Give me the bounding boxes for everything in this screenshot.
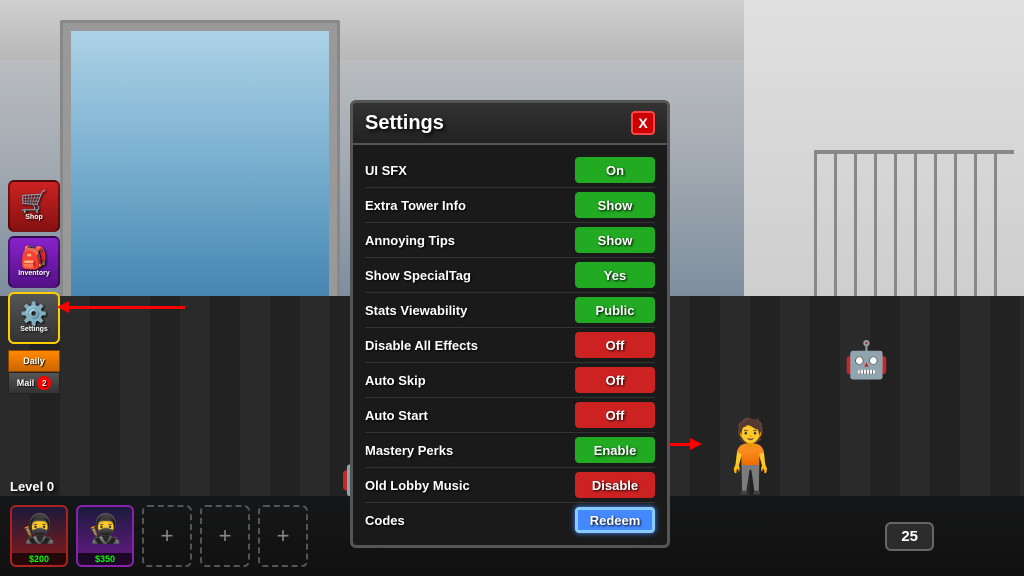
setting-value-1[interactable]: Show — [575, 192, 655, 218]
setting-row-7: Auto Start Off — [365, 398, 655, 433]
setting-row-2: Annoying Tips Show — [365, 223, 655, 258]
setting-label-0: UI SFX — [365, 163, 407, 178]
setting-label-6: Auto Skip — [365, 373, 426, 388]
close-button[interactable]: X — [631, 111, 655, 135]
modal-title: Settings — [365, 112, 444, 135]
modal-header: Settings X — [353, 103, 667, 145]
setting-row-10: Codes Redeem — [365, 503, 655, 537]
setting-value-6[interactable]: Off — [575, 367, 655, 393]
setting-label-1: Extra Tower Info — [365, 198, 466, 213]
setting-label-5: Disable All Effects — [365, 338, 478, 353]
setting-label-2: Annoying Tips — [365, 233, 455, 248]
setting-value-5[interactable]: Off — [575, 332, 655, 358]
setting-value-4[interactable]: Public — [575, 297, 655, 323]
setting-label-10: Codes — [365, 513, 405, 528]
setting-row-1: Extra Tower Info Show — [365, 188, 655, 223]
setting-row-5: Disable All Effects Off — [365, 328, 655, 363]
setting-row-3: Show SpecialTag Yes — [365, 258, 655, 293]
setting-row-4: Stats Viewability Public — [365, 293, 655, 328]
setting-row-9: Old Lobby Music Disable — [365, 468, 655, 503]
setting-value-3[interactable]: Yes — [575, 262, 655, 288]
setting-value-8[interactable]: Enable — [575, 437, 655, 463]
modal-overlay: Settings X UI SFXOnExtra Tower InfoShowA… — [0, 0, 1024, 576]
setting-row-6: Auto Skip Off — [365, 363, 655, 398]
setting-value-0[interactable]: On — [575, 157, 655, 183]
setting-label-7: Auto Start — [365, 408, 428, 423]
setting-label-3: Show SpecialTag — [365, 268, 471, 283]
settings-modal: Settings X UI SFXOnExtra Tower InfoShowA… — [350, 100, 670, 548]
setting-value-10[interactable]: Redeem — [575, 507, 655, 533]
setting-label-9: Old Lobby Music — [365, 478, 470, 493]
setting-value-2[interactable]: Show — [575, 227, 655, 253]
setting-row-0: UI SFX On — [365, 153, 655, 188]
setting-label-8: Mastery Perks — [365, 443, 453, 458]
modal-body: UI SFXOnExtra Tower InfoShowAnnoying Tip… — [353, 145, 667, 545]
setting-label-4: Stats Viewability — [365, 303, 467, 318]
setting-row-8: Mastery Perks Enable — [365, 433, 655, 468]
setting-value-9[interactable]: Disable — [575, 472, 655, 498]
setting-value-7[interactable]: Off — [575, 402, 655, 428]
